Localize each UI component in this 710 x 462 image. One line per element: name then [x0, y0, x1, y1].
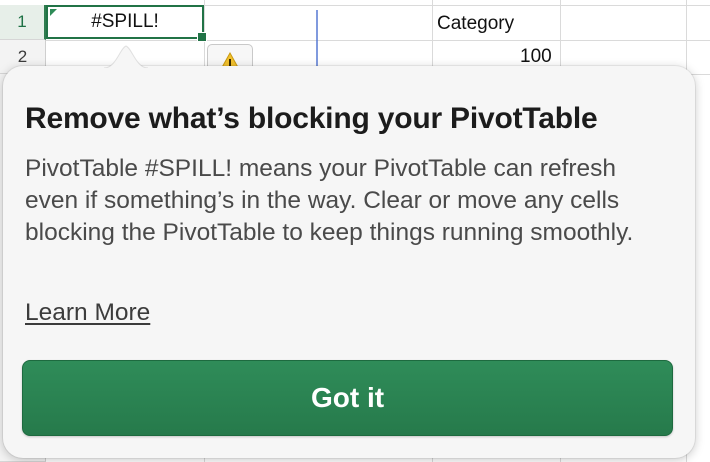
gridline: [46, 40, 710, 41]
callout-pointer: [104, 45, 148, 68]
callout-body: PivotTable #SPILL! means your PivotTable…: [25, 155, 634, 246]
got-it-button[interactable]: Got it: [22, 360, 673, 436]
active-cell[interactable]: #SPILL!: [46, 5, 207, 42]
fill-handle[interactable]: [197, 32, 207, 42]
row-header-1[interactable]: 1: [0, 5, 46, 40]
active-cell-value: #SPILL!: [91, 11, 159, 32]
row-number: 1: [17, 12, 27, 31]
error-indicator-icon: [50, 9, 57, 16]
excel-window: 1 2 Category 100 #SPILL! Remove what’s b…: [0, 0, 710, 462]
learn-more-link[interactable]: Learn More: [25, 299, 150, 327]
spill-callout: Remove what’s blocking your PivotTable P…: [3, 66, 695, 458]
row-number: 2: [17, 46, 28, 66]
cell-value[interactable]: 100: [520, 46, 552, 68]
cell-category-header[interactable]: Category: [437, 13, 514, 35]
callout-title: Remove what’s blocking your PivotTable: [25, 102, 598, 135]
